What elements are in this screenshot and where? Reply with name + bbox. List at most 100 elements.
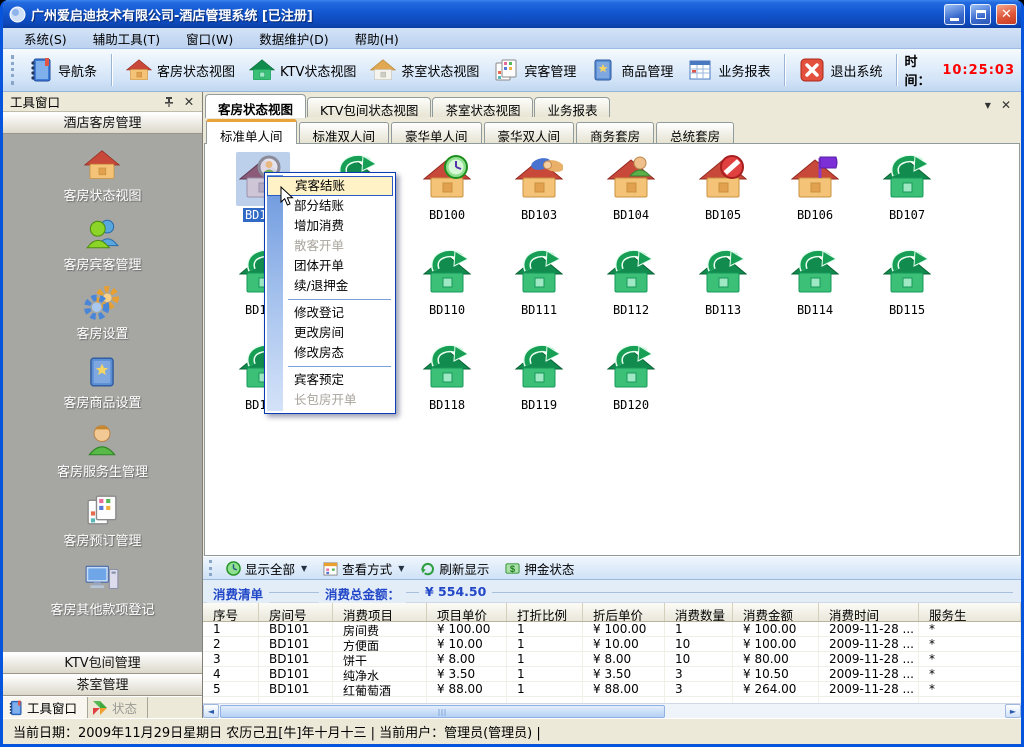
list-toolbar-button[interactable]: $押金状态 bbox=[498, 557, 581, 580]
table-cell: BD101 bbox=[259, 682, 333, 696]
room-type-tab[interactable]: 标准单人间 bbox=[206, 119, 297, 144]
horizontal-scrollbar[interactable]: ◄ ► bbox=[203, 703, 1021, 718]
table-cell: 3 bbox=[203, 652, 259, 666]
room-BD115[interactable]: BD115 bbox=[861, 247, 953, 342]
room-BD113[interactable]: BD113 bbox=[677, 247, 769, 342]
toolbar-button[interactable]: 商品管理 bbox=[583, 54, 680, 86]
sidebar-item[interactable]: 客房服务生管理 bbox=[57, 423, 148, 480]
menu-item[interactable]: 数据维护(D) bbox=[248, 27, 339, 50]
room-BD119[interactable]: BD119 bbox=[493, 342, 585, 437]
room-BD106[interactable]: BD106 bbox=[769, 152, 861, 247]
room-BD105[interactable]: BD105 bbox=[677, 152, 769, 247]
table-cell: ¥ 8.00 bbox=[427, 652, 507, 666]
table-column-header[interactable]: 打折比例 bbox=[507, 603, 583, 621]
context-menu-separator bbox=[288, 366, 391, 367]
table-column-header[interactable]: 服务生 bbox=[919, 603, 1021, 621]
sidebar-item[interactable]: 客房状态视图 bbox=[63, 147, 141, 204]
room-BD110[interactable]: BD110 bbox=[401, 247, 493, 342]
view-tab[interactable]: 茶室状态视图 bbox=[432, 97, 533, 117]
app-logo-icon bbox=[9, 6, 26, 23]
table-row[interactable]: 3BD101饼干¥ 8.001¥ 8.0010¥ 80.002009-11-28… bbox=[203, 652, 1021, 667]
table-row[interactable]: 2BD101方便面¥ 10.001¥ 10.0010¥ 100.002009-1… bbox=[203, 637, 1021, 652]
table-row[interactable]: 1BD101房间费¥ 100.001¥ 100.001¥ 100.002009-… bbox=[203, 622, 1021, 637]
room-BD118[interactable]: BD118 bbox=[401, 342, 493, 437]
close-button[interactable]: ✕ bbox=[996, 4, 1017, 25]
room-BD104[interactable]: BD104 bbox=[585, 152, 677, 247]
list-toolbar-button[interactable]: 显示全部▼ bbox=[219, 557, 314, 580]
context-menu-item[interactable]: 增加消费 bbox=[267, 216, 393, 236]
toolbar-button[interactable]: 客房状态视图 bbox=[119, 54, 242, 86]
sidebar-bottom-tab[interactable]: 状态 bbox=[88, 697, 148, 718]
sidebar-group-bar[interactable]: KTV包间管理 bbox=[3, 652, 202, 674]
context-menu-item[interactable]: 宾客预定 bbox=[267, 370, 393, 390]
sidebar-close-icon[interactable]: ✕ bbox=[181, 94, 197, 109]
toolbar-grip[interactable] bbox=[11, 55, 14, 85]
table-column-header[interactable]: 消费时间 bbox=[819, 603, 919, 621]
room-BD107[interactable]: BD107 bbox=[861, 152, 953, 247]
toolbar-button[interactable]: 宾客管理 bbox=[486, 54, 583, 86]
table-column-header[interactable]: 消费数量 bbox=[665, 603, 733, 621]
context-menu-item[interactable]: 更改房间 bbox=[267, 323, 393, 343]
context-menu-item[interactable]: 修改房态 bbox=[267, 343, 393, 363]
room-BD103[interactable]: BD103 bbox=[493, 152, 585, 247]
scroll-right-icon[interactable]: ► bbox=[1005, 704, 1021, 718]
room-BD111[interactable]: BD111 bbox=[493, 247, 585, 342]
menu-item[interactable]: 系统(S) bbox=[13, 27, 78, 50]
tool-window-title: 工具窗口 bbox=[10, 92, 157, 111]
toolbar-button[interactable]: 退出系统 bbox=[792, 54, 889, 86]
toolbar-button[interactable]: 茶室状态视图 bbox=[363, 54, 486, 86]
room-type-tab[interactable]: 标准双人间 bbox=[299, 122, 390, 143]
table-cell: 纯净水 bbox=[333, 667, 427, 681]
room-BD120[interactable]: BD120 bbox=[585, 342, 677, 437]
table-column-header[interactable]: 消费项目 bbox=[333, 603, 427, 621]
room-BD114[interactable]: BD114 bbox=[769, 247, 861, 342]
sidebar-group-hotel-rooms[interactable]: 酒店客房管理 bbox=[3, 112, 202, 134]
context-menu-item[interactable]: 修改登记 bbox=[267, 303, 393, 323]
sidebar-item[interactable]: 客房其他款项登记 bbox=[50, 561, 154, 618]
context-menu-item[interactable]: 团体开单 bbox=[267, 256, 393, 276]
toolbar-button[interactable]: KTV状态视图 bbox=[242, 54, 363, 86]
sidebar-item[interactable]: 客房预订管理 bbox=[63, 492, 141, 549]
dropdown-caret-icon[interactable]: ▼ bbox=[301, 564, 307, 573]
context-menu-item[interactable]: 续/退押金 bbox=[267, 276, 393, 296]
list-toolbar-button[interactable]: 查看方式▼ bbox=[316, 557, 411, 580]
menu-item[interactable]: 帮助(H) bbox=[344, 27, 410, 50]
room-BD100[interactable]: BD100 bbox=[401, 152, 493, 247]
pin-icon[interactable] bbox=[161, 96, 177, 108]
dropdown-caret-icon[interactable]: ▼ bbox=[398, 564, 404, 573]
minimize-button[interactable] bbox=[944, 4, 965, 25]
table-column-header[interactable]: 序号 bbox=[203, 603, 259, 621]
scrollbar-thumb[interactable] bbox=[220, 705, 665, 718]
view-tab[interactable]: KTV包间状态视图 bbox=[307, 97, 431, 117]
room-type-tab[interactable]: 豪华单人间 bbox=[391, 122, 482, 143]
room-type-tab[interactable]: 总统套房 bbox=[656, 122, 734, 143]
toolbar-button[interactable]: 导航条 bbox=[20, 54, 104, 86]
room-type-tab[interactable]: 豪华双人间 bbox=[484, 122, 575, 143]
tab-list-dropdown-icon[interactable]: ▼ bbox=[985, 101, 991, 110]
sidebar-bottom-tab[interactable]: 工具窗口 bbox=[3, 697, 88, 718]
scroll-left-icon[interactable]: ◄ bbox=[203, 704, 219, 718]
sidebar-item-label: 客房状态视图 bbox=[63, 185, 141, 204]
view-tab[interactable]: 客房状态视图 bbox=[205, 94, 306, 118]
sidebar-item[interactable]: 客房设置 bbox=[76, 285, 128, 342]
view-tab[interactable]: 业务报表 bbox=[534, 97, 610, 117]
sidebar-item[interactable]: 客房商品设置 bbox=[63, 354, 141, 411]
sidebar-item[interactable]: 客房宾客管理 bbox=[63, 216, 141, 273]
room-label: BD113 bbox=[703, 303, 743, 317]
menu-item[interactable]: 窗口(W) bbox=[175, 27, 244, 50]
room-BD112[interactable]: BD112 bbox=[585, 247, 677, 342]
toolbar-button[interactable]: 业务报表 bbox=[680, 54, 777, 86]
tab-close-icon[interactable]: ✕ bbox=[1001, 98, 1011, 112]
table-column-header[interactable]: 房间号 bbox=[259, 603, 333, 621]
table-column-header[interactable]: 消费金额 bbox=[733, 603, 819, 621]
room-type-tab[interactable]: 商务套房 bbox=[576, 122, 654, 143]
menu-item[interactable]: 辅助工具(T) bbox=[82, 27, 171, 50]
table-row[interactable]: 4BD101纯净水¥ 3.501¥ 3.503¥ 10.502009-11-28… bbox=[203, 667, 1021, 682]
toolbar-grip[interactable] bbox=[209, 560, 212, 576]
table-column-header[interactable]: 项目单价 bbox=[427, 603, 507, 621]
list-toolbar-button[interactable]: 刷新显示 bbox=[413, 557, 496, 580]
table-row[interactable]: 5BD101红葡萄酒¥ 88.001¥ 88.003¥ 264.002009-1… bbox=[203, 682, 1021, 697]
table-column-header[interactable]: 折后单价 bbox=[583, 603, 665, 621]
sidebar-group-bar[interactable]: 茶室管理 bbox=[3, 674, 202, 696]
maximize-button[interactable] bbox=[970, 4, 991, 25]
